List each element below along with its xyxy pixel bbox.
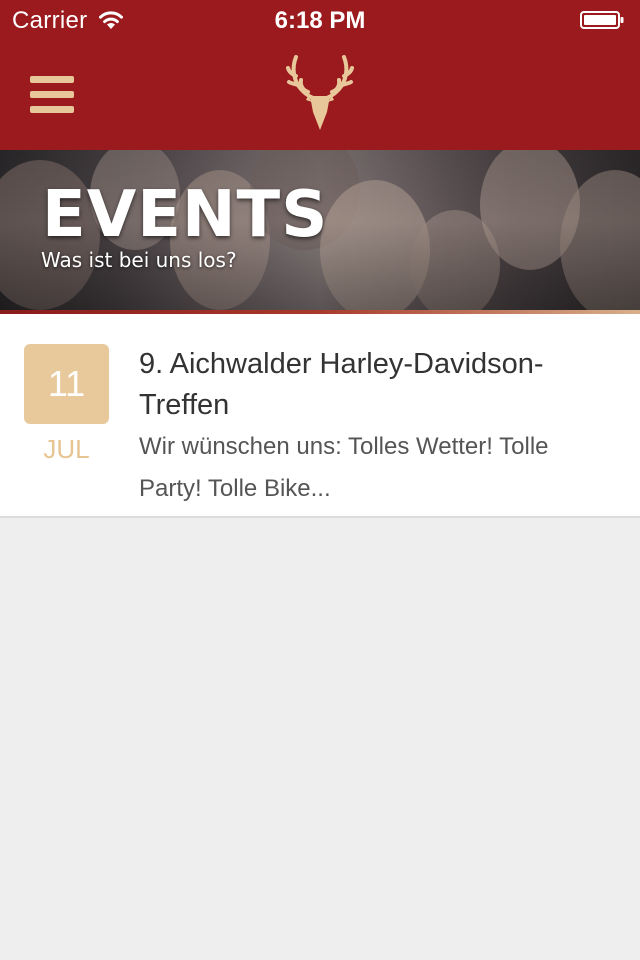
- event-list: 11 JUL 9. Aichwalder Harley-Davidson-Tre…: [0, 314, 640, 518]
- page-title: EVENTS: [42, 178, 329, 252]
- battery-icon: [580, 11, 624, 29]
- event-description: Wir wünschen uns: Tolles Wetter! Tolle P…: [139, 433, 549, 502]
- menu-line: [30, 76, 74, 83]
- event-month-label: JUL: [43, 434, 90, 464]
- event-day-badge: 11: [24, 344, 109, 424]
- events-screen: Carrier 6:18 PM EVENTS Was ist bei uns l…: [0, 0, 640, 960]
- status-bar: Carrier 6:18 PM: [0, 0, 640, 40]
- menu-line: [30, 106, 74, 113]
- navigation-bar: [0, 40, 640, 150]
- menu-line: [30, 91, 74, 98]
- event-title: 9. Aichwalder Harley-Davidson-Treffen: [139, 348, 544, 421]
- hamburger-menu-icon[interactable]: [30, 76, 74, 114]
- deer-antler-logo-icon: [286, 55, 354, 130]
- clock-time: 6:18 PM: [274, 7, 366, 34]
- page-subtitle: Was ist bei uns los?: [41, 248, 237, 272]
- events-hero-banner: EVENTS Was ist bei uns los?: [0, 150, 640, 310]
- event-list-item[interactable]: 11 JUL 9. Aichwalder Harley-Davidson-Tre…: [0, 314, 640, 516]
